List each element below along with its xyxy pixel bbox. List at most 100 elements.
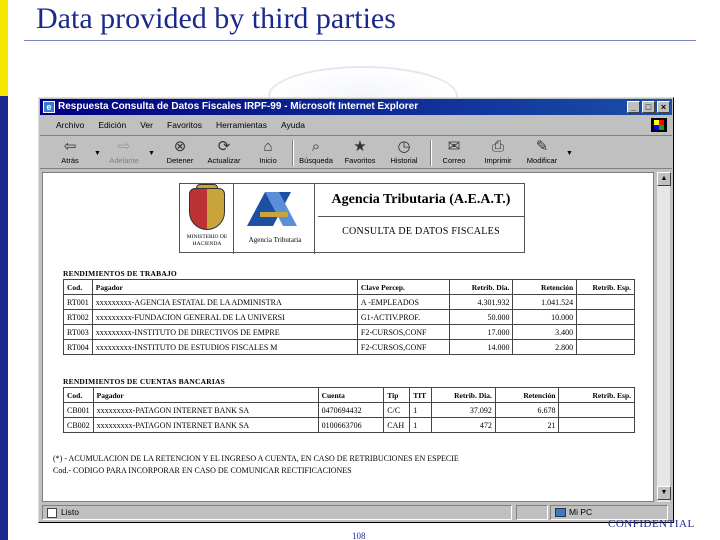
menu-ayuda[interactable]: Ayuda [281, 117, 305, 133]
aeat-logo-label: Agencia Tributaria [248, 236, 302, 244]
cell-clave: F2-CURSOS,CONF [356, 339, 450, 355]
table-row: RT003 xxxxxxxxx-INSTITUTO DE DIRECTIVOS … [63, 324, 635, 340]
title-divider [24, 40, 696, 41]
page-content: MINISTERIO DE HACIENDA Agencia Tributari… [42, 172, 654, 502]
page-icon [47, 508, 57, 518]
cell-retencion: 3.400 [512, 324, 578, 340]
history-label: Historial [390, 156, 418, 165]
print-label: Imprimir [484, 156, 512, 165]
vertical-scrollbar[interactable]: ▲ ▼ [656, 172, 671, 502]
menu-edicion[interactable]: Edición [98, 117, 126, 133]
print-icon: ⎙ [491, 138, 504, 155]
cell-retencion: 1.041.524 [512, 294, 578, 310]
column-header: Retrib. Dia. [448, 279, 514, 295]
windows-logo-icon [651, 118, 667, 132]
cell-retrib: 14.000 [448, 339, 514, 355]
cell-retencion: 10.000 [512, 309, 578, 325]
cell-retrib-esp [576, 324, 635, 340]
edit-button[interactable]: ✎ Modificar [522, 138, 562, 168]
scroll-up-icon[interactable]: ▲ [657, 172, 671, 186]
cell-retrib: 50.000 [448, 309, 514, 325]
home-label: Inicio [259, 156, 277, 165]
column-header: Pagador [92, 387, 319, 403]
home-button[interactable]: ⌂ Inicio [248, 138, 288, 168]
cell-retrib: 17.000 [448, 324, 514, 340]
menu-herramientas[interactable]: Herramientas [216, 117, 267, 133]
cell-retrib-esp [558, 417, 635, 433]
cell-retrib-esp [576, 309, 635, 325]
table-header-row: Cod. Pagador Cuenta Tip TIT Retrib. Dia.… [63, 387, 635, 403]
column-header: Retrib. Dia. [431, 387, 496, 403]
cell-retrib: 4.301.932 [448, 294, 514, 310]
agency-rule [318, 216, 524, 217]
minimize-button[interactable]: _ [627, 101, 640, 113]
edit-icon: ✎ [535, 138, 549, 155]
status-zone-panel [516, 505, 548, 520]
favorites-button[interactable]: ★ Favoritos [340, 138, 380, 168]
back-arrow-icon: ⇦ [63, 138, 77, 155]
scroll-down-icon[interactable]: ▼ [657, 486, 671, 500]
cell-cuenta: 0100663706 [317, 417, 385, 433]
print-button[interactable]: ⎙ Imprimir [478, 138, 518, 168]
cell-pagador: xxxxxxxxx-INSTITUTO DE ESTUDIOS FISCALES… [91, 339, 358, 355]
cell-pagador: xxxxxxxxx-AGENCIA ESTATAL DE LA ADMINIST… [91, 294, 358, 310]
cell-cod: RT002 [63, 309, 93, 325]
cell-clave: A -EMPLEADOS [356, 294, 450, 310]
cell-clave: F2-CURSOS,CONF [356, 324, 450, 340]
toolbar-separator [430, 140, 432, 166]
cell-pagador: xxxxxxxxx-FUNDACION GENERAL DE LA UNIVER… [91, 309, 358, 325]
status-bar: Listo Mi PC [40, 504, 672, 521]
status-zone-text: Mi PC [569, 507, 593, 517]
window-titlebar[interactable]: e Respuesta Consulta de Datos Fiscales I… [40, 99, 672, 115]
table-header-row: Cod. Pagador Clave Percep. Retrib. Dia. … [63, 279, 635, 295]
browser-window: e Respuesta Consulta de Datos Fiscales I… [38, 97, 674, 523]
table-row: CB001 xxxxxxxxx-PATAGON INTERNET BANK SA… [63, 402, 635, 418]
stop-button[interactable]: ⊗ Detener [160, 138, 200, 168]
menu-archivo[interactable]: Archivo [56, 117, 84, 133]
status-ready: Listo [42, 505, 512, 520]
search-label: Búsqueda [299, 156, 333, 165]
menu-ver[interactable]: Ver [140, 117, 153, 133]
edit-label: Modificar [526, 156, 558, 165]
column-header: TIT [409, 387, 433, 403]
cell-clave: G1-ACTIV.PROF. [356, 309, 450, 325]
cell-retencion: 2.800 [512, 339, 578, 355]
menu-bar: Archivo Edición Ver Favoritos Herramient… [40, 117, 672, 133]
page-number: 108 [352, 531, 366, 540]
search-icon: ⌕ [311, 138, 321, 155]
close-button[interactable]: × [657, 101, 670, 113]
accent-bar-yellow [0, 0, 8, 96]
forward-button[interactable]: ⇨ Adelante [104, 138, 144, 168]
cell-tip: CAH [383, 417, 411, 433]
column-header: Clave Percep. [356, 279, 450, 295]
trabajo-table: Cod. Pagador Clave Percep. Retrib. Dia. … [63, 279, 635, 355]
history-button[interactable]: ◷ Historial [384, 138, 424, 168]
column-header: Tip [383, 387, 411, 403]
search-button[interactable]: ⌕ Búsqueda [296, 138, 336, 168]
status-ready-text: Listo [61, 507, 79, 517]
maximize-button[interactable]: □ [642, 101, 655, 113]
edit-dropdown-icon[interactable]: ▼ [566, 150, 573, 157]
menu-favoritos[interactable]: Favoritos [167, 117, 202, 133]
aeat-logo-icon [236, 190, 314, 230]
coat-of-arms-panel: MINISTERIO DE HACIENDA [180, 184, 234, 254]
mail-button[interactable]: ✉ Correo [434, 138, 474, 168]
favorites-icon: ★ [353, 138, 367, 155]
back-dropdown-icon[interactable]: ▼ [94, 150, 101, 157]
refresh-button[interactable]: ⟳ Actualizar [204, 138, 244, 168]
back-button[interactable]: ⇦ Atrás [50, 138, 90, 168]
bancarias-section-title: RENDIMIENTOS DE CUENTAS BANCARIAS [63, 377, 225, 386]
column-header: Cuenta [317, 387, 385, 403]
trabajo-section-title: RENDIMIENTOS DE TRABAJO [63, 269, 177, 278]
cell-retrib-esp [558, 402, 635, 418]
history-icon: ◷ [397, 138, 411, 155]
column-header: Cod. [63, 279, 93, 295]
cell-cod: RT003 [63, 324, 93, 340]
cell-retrib-esp [576, 339, 635, 355]
cell-retrib-esp [576, 294, 635, 310]
cell-cuenta: 0470694432 [317, 402, 385, 418]
column-header: Cod. [63, 387, 94, 403]
forward-dropdown-icon[interactable]: ▼ [148, 150, 155, 157]
consulta-title: CONSULTA DE DATOS FISCALES [342, 226, 500, 237]
table-row: CB002 xxxxxxxxx-PATAGON INTERNET BANK SA… [63, 417, 635, 433]
